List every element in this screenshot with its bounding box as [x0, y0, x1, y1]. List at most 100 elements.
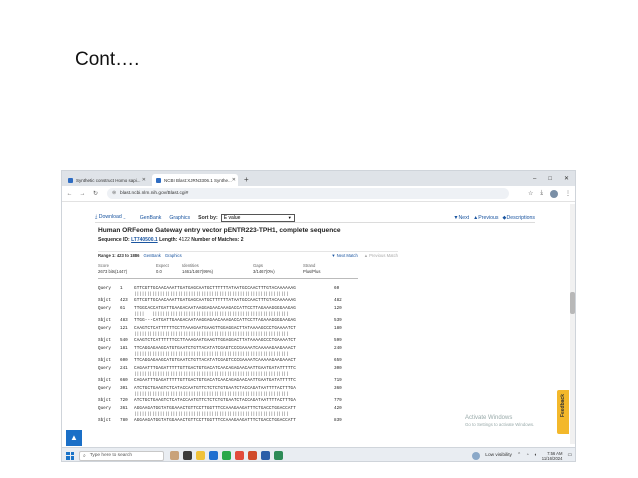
alignment-stats: Score Expect Identities Gaps Strand 2673… — [98, 263, 358, 279]
query-label: Query — [98, 366, 111, 371]
minimize-button[interactable]: – — [533, 173, 536, 186]
word-icon[interactable] — [261, 451, 270, 460]
identities-header: Identities — [182, 263, 199, 268]
file-explorer-icon[interactable] — [196, 451, 205, 460]
next-match-link[interactable]: ▼ Next Match — [331, 253, 358, 258]
range-header: Range 1: 423 to 1886 GenBank Graphics ▼ … — [98, 251, 398, 259]
expect-value: 0.0 — [156, 269, 162, 274]
hit-navigation: ▼Next ▲Previous ◆Descriptions — [453, 215, 535, 221]
range-text: Range 1: 423 to 1886 — [98, 253, 140, 258]
range-graphics-link[interactable]: Graphics — [165, 253, 182, 258]
subject-row: Sbjct 483 TTGG---CATGATTGAAGACAATAAGGAGAAC… — [98, 318, 348, 324]
excel-icon[interactable] — [274, 451, 283, 460]
results-toolbar: ⤓ Download ⌄ GenBank Graphics Sort by: E… — [95, 213, 535, 223]
subject-end: 659 — [334, 358, 342, 363]
subject-sequence: ATCTGCTGAAGTCTCATACCAATGTTCTCTCTGTGAATCT… — [134, 398, 296, 403]
score-value: 2673 bits(1447) — [98, 269, 128, 274]
whatsapp-icon[interactable] — [222, 451, 231, 460]
clock[interactable]: 7:56 AM 11/16/2024 — [542, 451, 563, 461]
download-menu[interactable]: ⤓ Download ⌄ — [95, 214, 126, 221]
weather-icon[interactable] — [472, 451, 481, 460]
sequence-length: 4122 — [178, 237, 190, 243]
close-tab-icon[interactable]: ✕ — [142, 177, 146, 183]
previous-hit-link[interactable]: ▲Previous — [473, 215, 498, 221]
task-view-icon[interactable] — [183, 451, 192, 460]
identities-value: 1461/1467(99%) — [182, 269, 213, 274]
back-arrow-icon[interactable]: ← — [64, 191, 75, 197]
bookmark-star-icon[interactable]: ☆ — [528, 190, 533, 197]
network-icon[interactable]: ◔ — [526, 453, 529, 458]
chevron-down-icon: ▼ — [287, 215, 292, 220]
search-icon: ⌕ — [83, 453, 86, 459]
taskbar-search-input[interactable]: ⌕ Type here to search — [79, 450, 164, 461]
forward-arrow-icon[interactable]: → — [77, 191, 88, 197]
subject-row: Sbjct 660 CAGAATTTGAGATTTTTGTTGACTGTGACATC… — [98, 378, 348, 384]
close-window-button[interactable]: ✕ — [564, 173, 569, 186]
edge-icon[interactable] — [209, 451, 218, 460]
ncbi-favicon-icon — [68, 177, 73, 183]
gaps-value: 3/1467(0%) — [253, 269, 275, 274]
subject-start: 780 — [120, 418, 128, 423]
subject-label: Sbjct — [98, 318, 111, 323]
sort-by-label: Sort by: — [198, 214, 218, 221]
subject-row: Sbjct 540 CAAGTCTCATTTTTTCCTTAAAGAATGAAGTT… — [98, 338, 348, 344]
arrow-up-icon: ▲ — [70, 433, 78, 442]
subject-end: 599 — [334, 338, 342, 343]
query-start: 181 — [120, 346, 128, 351]
feedback-button[interactable]: Feedback — [557, 390, 569, 434]
browser-screenshot: Synthetic construct Homo sapi... ✕ NCBI … — [61, 170, 576, 462]
subject-start: 720 — [120, 398, 128, 403]
back-to-top-button[interactable]: ▲ — [66, 430, 82, 446]
tab-ncbi-blast[interactable]: NCBI Blast:XJRN3306.1 Synthe... ✕ — [152, 174, 238, 186]
reload-icon[interactable]: ↻ — [90, 190, 101, 197]
subject-label: Sbjct — [98, 398, 111, 403]
new-tab-button[interactable]: + — [244, 174, 249, 186]
subject-row: Sbjct 423 GTTCGTTGCAACAAATTGATGAGCAATGCTTT… — [98, 298, 348, 304]
query-end: 360 — [334, 386, 342, 391]
chrome-icon[interactable] — [235, 451, 244, 460]
sequence-info: Sequence ID: LT740500.1 Length: 4122 Num… — [98, 237, 244, 243]
chevron-up-icon[interactable]: ⌃ — [517, 453, 521, 458]
powerpoint-icon[interactable] — [248, 451, 257, 460]
tab-strip: Synthetic construct Homo sapi... ✕ NCBI … — [62, 171, 575, 186]
tab-label: Synthetic construct Homo sapi... — [76, 177, 141, 183]
query-label: Query — [98, 306, 111, 311]
url-field[interactable]: ⊜ blast.ncbi.nlm.nih.gov/Blast.cgi# — [107, 188, 509, 199]
genbank-link[interactable]: GenBank — [140, 215, 162, 221]
blast-results-page: ⤓ Download ⌄ GenBank Graphics Sort by: E… — [62, 202, 575, 449]
maximize-button[interactable]: □ — [548, 173, 552, 186]
strand-value: Plus/Plus — [303, 269, 321, 274]
hit-title: Human ORFeome Gateway entry vector pENTR… — [98, 227, 341, 234]
volume-icon[interactable]: ◖ — [534, 453, 537, 458]
close-tab-icon[interactable]: ✕ — [232, 177, 236, 183]
download-icon[interactable]: ⤓ — [540, 190, 543, 197]
next-hit-link[interactable]: ▼Next — [453, 215, 469, 221]
weather-text[interactable]: Low visibility — [485, 453, 512, 458]
query-end: 180 — [334, 326, 342, 331]
query-start: 361 — [120, 406, 128, 411]
menu-kebab-icon[interactable]: ⋮ — [565, 190, 571, 197]
subject-start: 483 — [120, 318, 128, 323]
page-scrollbar[interactable] — [570, 204, 575, 444]
query-start: 1 — [120, 286, 123, 291]
scrollbar-thumb[interactable] — [570, 292, 575, 314]
score-header: Score — [98, 263, 109, 268]
notifications-icon[interactable]: ▭ — [567, 453, 572, 458]
descriptions-link[interactable]: ◆Descriptions — [502, 215, 535, 221]
tab-synthetic-construct[interactable]: Synthetic construct Homo sapi... ✕ — [64, 174, 150, 186]
range-genbank-link[interactable]: GenBank — [143, 253, 160, 258]
subject-row: Sbjct 600 TTCAGGAGAAGCATGTGAATCTGTTACATATC… — [98, 358, 348, 364]
query-start: 301 — [120, 386, 128, 391]
site-info-icon[interactable]: ⊜ — [112, 191, 116, 196]
windows-start-icon[interactable] — [66, 451, 74, 460]
subject-start: 540 — [120, 338, 128, 343]
profile-avatar[interactable] — [550, 189, 558, 198]
sort-select[interactable]: E value ▼ — [220, 213, 295, 222]
sequence-id-link[interactable]: LT740500.1 — [131, 237, 158, 243]
subject-sequence: CAGAATTTGAGATTTTTGTTGACTGTGACATCAACAGAGA… — [134, 378, 296, 383]
previous-match-link[interactable]: ▲ Previous Match — [364, 253, 398, 258]
query-label: Query — [98, 326, 111, 331]
subject-row: Sbjct 780 AGGAAGATGGTATGGAAACTGTTCCTTGGTTT… — [98, 418, 348, 424]
widgets-icon[interactable] — [170, 451, 179, 460]
graphics-link[interactable]: Graphics — [169, 215, 190, 221]
